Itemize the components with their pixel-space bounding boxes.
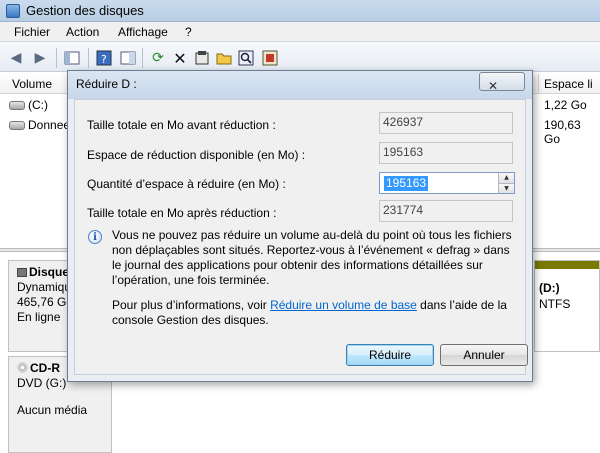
partition-stripe: [535, 261, 599, 269]
help-link-shrink-basic-volume[interactable]: Réduire un volume de base: [270, 298, 417, 312]
forward-arrow-icon[interactable]: ▶: [30, 48, 50, 68]
shrink-amount-spinner[interactable]: 195163 ▲ ▼: [379, 172, 515, 194]
delete-icon[interactable]: ✕: [170, 48, 190, 68]
cd-rom-icon: [17, 362, 28, 373]
partition-d[interactable]: (D:) NTFS: [534, 260, 600, 352]
back-arrow-icon[interactable]: ◀: [6, 48, 26, 68]
properties-icon[interactable]: [192, 48, 212, 68]
dialog-body: Taille totale en Mo avant réduction : 42…: [74, 99, 528, 375]
volume-free-space: 190,63 Go: [544, 118, 581, 146]
disk-management-app-icon: [6, 4, 20, 18]
menu-item-help[interactable]: ?: [185, 25, 192, 39]
total-after-label: Taille totale en Mo après réduction :: [87, 206, 277, 220]
cancel-button[interactable]: Annuler: [440, 344, 528, 366]
partition-name: (D:): [539, 281, 560, 295]
toolbar-separator: [88, 48, 89, 68]
menu-item-affichage[interactable]: Affichage: [118, 25, 168, 39]
drive-icon: [9, 101, 25, 110]
refresh-icon[interactable]: ⟳: [148, 48, 168, 68]
toolbar-separator: [142, 48, 143, 68]
menu-item-action[interactable]: Action: [66, 25, 99, 39]
volume-name: (C:): [28, 98, 48, 112]
cancel-button-label: Annuler: [463, 348, 505, 362]
disk-status: Aucun média: [17, 403, 88, 417]
disk-title: CD-R: [30, 361, 60, 375]
svg-text:?: ?: [101, 53, 107, 66]
available-space-field: 195163: [379, 142, 513, 164]
view-panel-icon[interactable]: [118, 48, 138, 68]
spin-down-icon[interactable]: ▼: [498, 183, 514, 193]
help-icon[interactable]: ?: [94, 48, 114, 68]
available-space-label: Espace de réduction disponible (en Mo) :: [87, 148, 306, 162]
find-icon[interactable]: [236, 48, 256, 68]
settings-icon[interactable]: [260, 48, 280, 68]
total-before-label: Taille totale en Mo avant réduction :: [87, 118, 276, 132]
drive-icon: [9, 121, 25, 130]
shrink-button-label: Réduire: [368, 348, 412, 362]
disk-title: Disque: [29, 265, 70, 279]
shrink-amount-label: Quantité d’espace à réduire (en Mo) :: [87, 177, 286, 191]
column-volume[interactable]: Volume: [12, 77, 52, 91]
dialog-title: Réduire D :: [76, 77, 137, 91]
close-icon: ✕: [488, 79, 499, 93]
total-before-field: 426937: [379, 112, 513, 134]
total-after-field: 231774: [379, 200, 513, 222]
close-button[interactable]: ✕: [479, 72, 525, 93]
open-folder-icon[interactable]: [214, 48, 234, 68]
column-divider[interactable]: [538, 74, 539, 94]
window-title: Gestion des disques: [26, 3, 144, 18]
info-icon: i: [88, 230, 102, 244]
shrink-amount-value[interactable]: 195163: [384, 176, 429, 191]
more-info-prefix: Pour plus d’informations, voir: [112, 298, 271, 312]
partition-fs: NTFS: [539, 297, 571, 311]
shrink-button[interactable]: Réduire: [346, 344, 434, 366]
shrink-dialog: Réduire D : ✕ Taille totale en Mo avant …: [67, 70, 533, 382]
toolbar: ◀ ▶ ? ⟳ ✕: [0, 42, 600, 72]
window-titlebar: Gestion des disques: [0, 0, 600, 22]
volume-free-space: 1,22 Go: [544, 98, 587, 112]
hard-disk-icon: [17, 268, 27, 277]
volume-name: Donnee: [28, 118, 71, 132]
toolbar-separator: [56, 48, 57, 68]
menu-item-fichier[interactable]: Fichier: [14, 25, 50, 39]
dialog-titlebar[interactable]: Réduire D : ✕: [68, 71, 532, 99]
spin-up-icon[interactable]: ▲: [498, 173, 514, 183]
column-free-space[interactable]: Espace li: [544, 77, 593, 91]
properties-panel-icon[interactable]: [62, 48, 82, 68]
menu-bar: Fichier Action Affichage ?: [0, 22, 600, 42]
info-text: Vous ne pouvez pas réduire un volume au-…: [112, 228, 512, 287]
more-info-text: Pour plus d’informations, voir Réduire u…: [112, 298, 516, 328]
